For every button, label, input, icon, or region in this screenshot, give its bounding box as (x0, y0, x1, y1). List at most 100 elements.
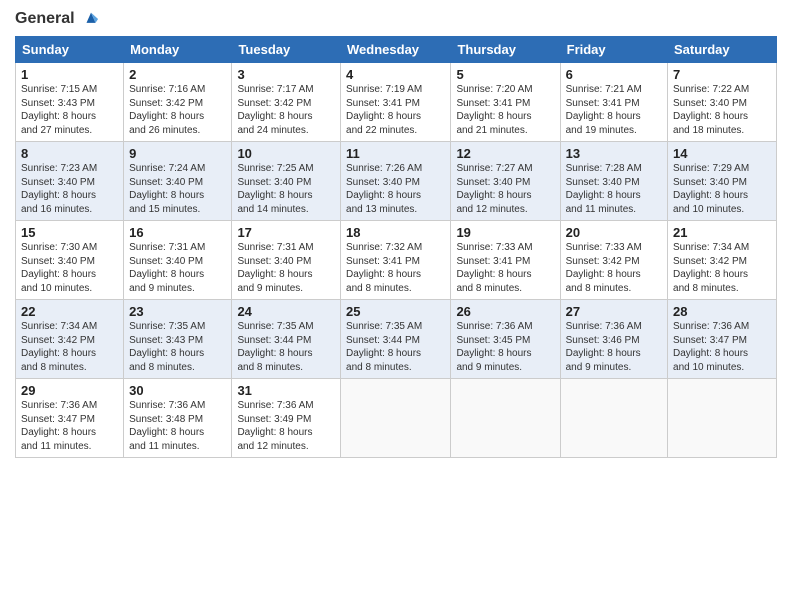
day-number: 11 (346, 146, 445, 161)
day-number: 2 (129, 67, 226, 82)
day-info: Sunrise: 7:19 AM Sunset: 3:41 PM Dayligh… (346, 83, 445, 137)
day-number: 28 (673, 304, 771, 319)
weekday-header-wednesday: Wednesday (341, 37, 451, 63)
day-info: Sunrise: 7:31 AM Sunset: 3:40 PM Dayligh… (129, 241, 226, 295)
weekday-header-tuesday: Tuesday (232, 37, 341, 63)
day-number: 8 (21, 146, 118, 161)
day-number: 25 (346, 304, 445, 319)
day-number: 24 (237, 304, 335, 319)
calendar-cell: 13Sunrise: 7:28 AM Sunset: 3:40 PM Dayli… (560, 142, 667, 221)
calendar-cell: 31Sunrise: 7:36 AM Sunset: 3:49 PM Dayli… (232, 379, 341, 458)
day-info: Sunrise: 7:15 AM Sunset: 3:43 PM Dayligh… (21, 83, 118, 137)
day-number: 4 (346, 67, 445, 82)
day-info: Sunrise: 7:35 AM Sunset: 3:43 PM Dayligh… (129, 320, 226, 374)
day-info: Sunrise: 7:27 AM Sunset: 3:40 PM Dayligh… (456, 162, 554, 216)
calendar-cell: 17Sunrise: 7:31 AM Sunset: 3:40 PM Dayli… (232, 221, 341, 300)
day-info: Sunrise: 7:36 AM Sunset: 3:45 PM Dayligh… (456, 320, 554, 374)
day-number: 26 (456, 304, 554, 319)
day-number: 27 (566, 304, 662, 319)
calendar-cell: 20Sunrise: 7:33 AM Sunset: 3:42 PM Dayli… (560, 221, 667, 300)
day-number: 10 (237, 146, 335, 161)
calendar-cell: 3Sunrise: 7:17 AM Sunset: 3:42 PM Daylig… (232, 63, 341, 142)
calendar-cell: 19Sunrise: 7:33 AM Sunset: 3:41 PM Dayli… (451, 221, 560, 300)
calendar-cell: 2Sunrise: 7:16 AM Sunset: 3:42 PM Daylig… (124, 63, 232, 142)
day-number: 13 (566, 146, 662, 161)
day-info: Sunrise: 7:30 AM Sunset: 3:40 PM Dayligh… (21, 241, 118, 295)
day-number: 9 (129, 146, 226, 161)
week-row-2: 8Sunrise: 7:23 AM Sunset: 3:40 PM Daylig… (16, 142, 777, 221)
calendar-cell: 6Sunrise: 7:21 AM Sunset: 3:41 PM Daylig… (560, 63, 667, 142)
day-info: Sunrise: 7:36 AM Sunset: 3:46 PM Dayligh… (566, 320, 662, 374)
calendar-cell: 25Sunrise: 7:35 AM Sunset: 3:44 PM Dayli… (341, 300, 451, 379)
calendar-cell: 5Sunrise: 7:20 AM Sunset: 3:41 PM Daylig… (451, 63, 560, 142)
day-number: 20 (566, 225, 662, 240)
day-number: 30 (129, 383, 226, 398)
calendar-cell: 1Sunrise: 7:15 AM Sunset: 3:43 PM Daylig… (16, 63, 124, 142)
day-number: 18 (346, 225, 445, 240)
calendar-cell: 21Sunrise: 7:34 AM Sunset: 3:42 PM Dayli… (668, 221, 777, 300)
day-info: Sunrise: 7:28 AM Sunset: 3:40 PM Dayligh… (566, 162, 662, 216)
day-info: Sunrise: 7:36 AM Sunset: 3:47 PM Dayligh… (673, 320, 771, 374)
calendar-cell: 9Sunrise: 7:24 AM Sunset: 3:40 PM Daylig… (124, 142, 232, 221)
day-info: Sunrise: 7:23 AM Sunset: 3:40 PM Dayligh… (21, 162, 118, 216)
day-number: 16 (129, 225, 226, 240)
day-info: Sunrise: 7:22 AM Sunset: 3:40 PM Dayligh… (673, 83, 771, 137)
calendar-cell: 28Sunrise: 7:36 AM Sunset: 3:47 PM Dayli… (668, 300, 777, 379)
calendar-cell: 22Sunrise: 7:34 AM Sunset: 3:42 PM Dayli… (16, 300, 124, 379)
day-number: 3 (237, 67, 335, 82)
day-number: 29 (21, 383, 118, 398)
day-info: Sunrise: 7:35 AM Sunset: 3:44 PM Dayligh… (346, 320, 445, 374)
day-info: Sunrise: 7:25 AM Sunset: 3:40 PM Dayligh… (237, 162, 335, 216)
day-number: 22 (21, 304, 118, 319)
calendar-cell: 27Sunrise: 7:36 AM Sunset: 3:46 PM Dayli… (560, 300, 667, 379)
weekday-header-monday: Monday (124, 37, 232, 63)
day-number: 15 (21, 225, 118, 240)
logo-text: General (15, 10, 101, 28)
day-number: 17 (237, 225, 335, 240)
day-info: Sunrise: 7:32 AM Sunset: 3:41 PM Dayligh… (346, 241, 445, 295)
week-row-1: 1Sunrise: 7:15 AM Sunset: 3:43 PM Daylig… (16, 63, 777, 142)
calendar: SundayMondayTuesdayWednesdayThursdayFrid… (15, 36, 777, 458)
day-number: 21 (673, 225, 771, 240)
day-info: Sunrise: 7:26 AM Sunset: 3:40 PM Dayligh… (346, 162, 445, 216)
weekday-header-row: SundayMondayTuesdayWednesdayThursdayFrid… (16, 37, 777, 63)
calendar-cell: 30Sunrise: 7:36 AM Sunset: 3:48 PM Dayli… (124, 379, 232, 458)
day-info: Sunrise: 7:33 AM Sunset: 3:41 PM Dayligh… (456, 241, 554, 295)
week-row-4: 22Sunrise: 7:34 AM Sunset: 3:42 PM Dayli… (16, 300, 777, 379)
calendar-cell: 14Sunrise: 7:29 AM Sunset: 3:40 PM Dayli… (668, 142, 777, 221)
weekday-header-friday: Friday (560, 37, 667, 63)
calendar-cell: 10Sunrise: 7:25 AM Sunset: 3:40 PM Dayli… (232, 142, 341, 221)
day-info: Sunrise: 7:21 AM Sunset: 3:41 PM Dayligh… (566, 83, 662, 137)
calendar-cell: 24Sunrise: 7:35 AM Sunset: 3:44 PM Dayli… (232, 300, 341, 379)
day-info: Sunrise: 7:17 AM Sunset: 3:42 PM Dayligh… (237, 83, 335, 137)
day-number: 23 (129, 304, 226, 319)
week-row-3: 15Sunrise: 7:30 AM Sunset: 3:40 PM Dayli… (16, 221, 777, 300)
weekday-header-thursday: Thursday (451, 37, 560, 63)
day-number: 1 (21, 67, 118, 82)
weekday-header-saturday: Saturday (668, 37, 777, 63)
day-info: Sunrise: 7:24 AM Sunset: 3:40 PM Dayligh… (129, 162, 226, 216)
calendar-cell: 26Sunrise: 7:36 AM Sunset: 3:45 PM Dayli… (451, 300, 560, 379)
day-info: Sunrise: 7:36 AM Sunset: 3:48 PM Dayligh… (129, 399, 226, 453)
calendar-cell: 8Sunrise: 7:23 AM Sunset: 3:40 PM Daylig… (16, 142, 124, 221)
calendar-cell (560, 379, 667, 458)
calendar-cell: 23Sunrise: 7:35 AM Sunset: 3:43 PM Dayli… (124, 300, 232, 379)
calendar-cell: 16Sunrise: 7:31 AM Sunset: 3:40 PM Dayli… (124, 221, 232, 300)
day-info: Sunrise: 7:36 AM Sunset: 3:49 PM Dayligh… (237, 399, 335, 453)
day-number: 7 (673, 67, 771, 82)
calendar-cell: 11Sunrise: 7:26 AM Sunset: 3:40 PM Dayli… (341, 142, 451, 221)
day-info: Sunrise: 7:31 AM Sunset: 3:40 PM Dayligh… (237, 241, 335, 295)
week-row-5: 29Sunrise: 7:36 AM Sunset: 3:47 PM Dayli… (16, 379, 777, 458)
day-info: Sunrise: 7:33 AM Sunset: 3:42 PM Dayligh… (566, 241, 662, 295)
day-info: Sunrise: 7:35 AM Sunset: 3:44 PM Dayligh… (237, 320, 335, 374)
calendar-cell: 15Sunrise: 7:30 AM Sunset: 3:40 PM Dayli… (16, 221, 124, 300)
header: General (15, 10, 777, 28)
day-number: 12 (456, 146, 554, 161)
logo: General (15, 10, 101, 28)
calendar-cell: 12Sunrise: 7:27 AM Sunset: 3:40 PM Dayli… (451, 142, 560, 221)
day-info: Sunrise: 7:20 AM Sunset: 3:41 PM Dayligh… (456, 83, 554, 137)
calendar-cell: 4Sunrise: 7:19 AM Sunset: 3:41 PM Daylig… (341, 63, 451, 142)
day-number: 19 (456, 225, 554, 240)
day-info: Sunrise: 7:36 AM Sunset: 3:47 PM Dayligh… (21, 399, 118, 453)
calendar-cell: 7Sunrise: 7:22 AM Sunset: 3:40 PM Daylig… (668, 63, 777, 142)
